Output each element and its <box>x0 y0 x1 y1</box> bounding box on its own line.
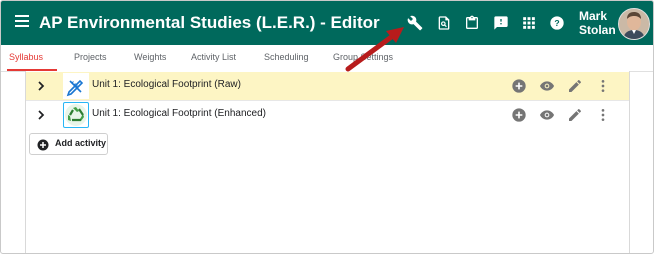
add-circle-icon[interactable] <box>511 78 527 94</box>
eye-icon[interactable] <box>539 78 555 94</box>
tab-syllabus[interactable]: Syllabus <box>9 45 43 71</box>
page-title: AP Environmental Studies (L.E.R.) - Edit… <box>39 13 380 32</box>
more-vert-icon[interactable] <box>595 107 611 123</box>
more-vert-icon[interactable] <box>595 78 611 94</box>
add-activity-button[interactable]: Add activity <box>29 133 108 155</box>
add-activity-label: Add activity <box>55 138 107 148</box>
chevron-right-icon[interactable] <box>33 107 49 123</box>
pencil-icon[interactable] <box>567 78 583 94</box>
chevron-right-icon[interactable] <box>33 78 49 94</box>
annotation-arrow <box>345 27 404 72</box>
recycle-icon <box>63 102 89 128</box>
add-circle-icon[interactable] <box>511 107 527 123</box>
user-name[interactable]: Mark Stolan <box>579 9 616 37</box>
tab-bar: Syllabus Projects Weights Activity List … <box>1 45 653 72</box>
activity-title[interactable]: Unit 1: Ecological Footprint (Raw) <box>92 79 241 90</box>
hamburger-menu-icon[interactable] <box>15 15 29 27</box>
syllabus-content: Unit 1: Ecological Footprint (Raw) Unit … <box>25 71 630 253</box>
apps-grid-icon[interactable] <box>519 13 539 33</box>
add-circle-icon <box>37 138 49 151</box>
eye-icon[interactable] <box>539 107 555 123</box>
help-icon[interactable]: ? <box>547 13 567 33</box>
pencil-ruler-icon <box>63 73 89 99</box>
svg-text:?: ? <box>554 18 559 28</box>
activity-title[interactable]: Unit 1: Ecological Footprint (Enhanced) <box>92 108 266 119</box>
tab-scheduling[interactable]: Scheduling <box>264 45 309 71</box>
editor-window: AP Environmental Studies (L.E.R.) - Edit… <box>0 0 654 254</box>
activity-row[interactable]: Unit 1: Ecological Footprint (Enhanced) <box>26 101 629 129</box>
pencil-icon[interactable] <box>567 107 583 123</box>
tab-weights[interactable]: Weights <box>134 45 166 71</box>
clipboard-icon[interactable] <box>462 13 482 33</box>
preview-icon[interactable] <box>434 13 454 33</box>
feedback-icon[interactable] <box>491 13 511 33</box>
tab-activity-list[interactable]: Activity List <box>191 45 236 71</box>
avatar[interactable] <box>618 8 650 40</box>
app-bar: AP Environmental Studies (L.E.R.) - Edit… <box>1 1 653 45</box>
tab-projects[interactable]: Projects <box>74 45 107 71</box>
activity-row[interactable]: Unit 1: Ecological Footprint (Raw) <box>26 72 629 101</box>
